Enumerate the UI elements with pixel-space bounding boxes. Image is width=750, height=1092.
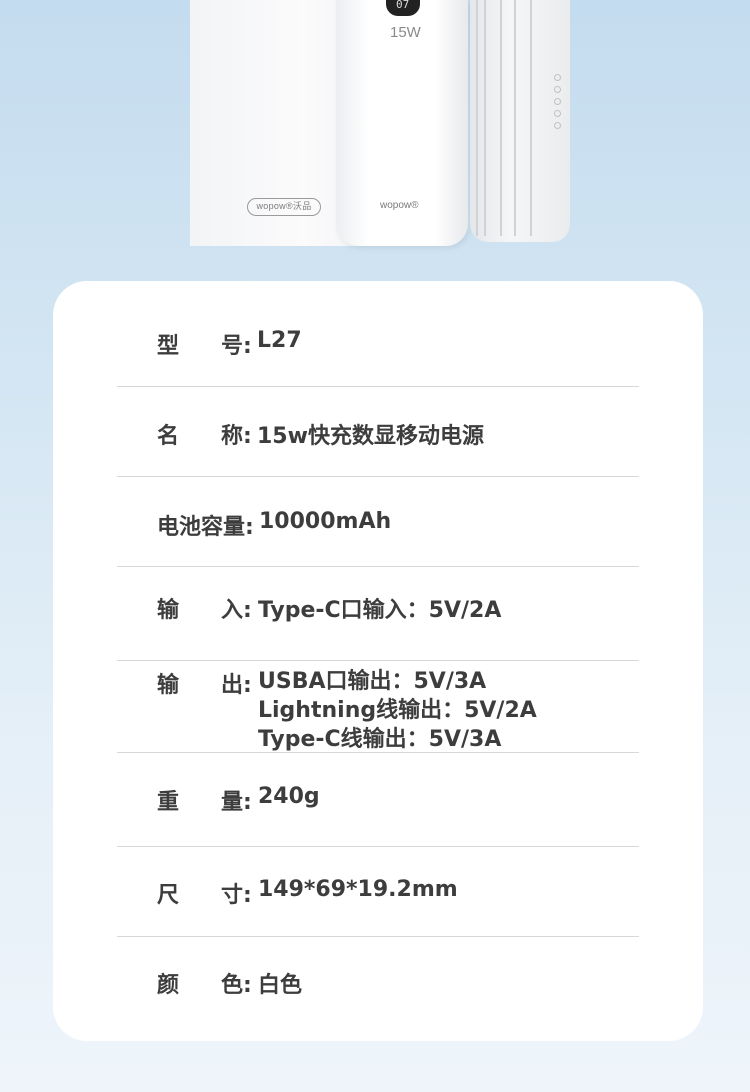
divider — [117, 660, 639, 661]
spec-label-char: 寸: — [221, 883, 252, 908]
spec-label-char: 色: — [221, 973, 252, 998]
spec-label-char: 型 — [157, 334, 180, 359]
spec-label-char: 输 — [157, 598, 180, 623]
indicator-icon — [554, 122, 561, 129]
spec-label-char: 出: — [221, 673, 252, 698]
cable-panel — [470, 0, 570, 242]
box-logo: wopow®沃品 — [247, 198, 321, 216]
spec-value: 15w快充数显移动电源 — [257, 424, 484, 449]
spec-label-char: 颜 — [157, 973, 180, 998]
divider — [117, 936, 639, 937]
spec-card: 型 号: L27 名 称: 15w快充数显移动电源 电池容量: 10000mAh… — [53, 281, 703, 1041]
cable-line — [500, 0, 502, 236]
spec-label: 电池容量: — [157, 515, 254, 540]
spec-value: Type-C口输入：5V/2A — [258, 598, 502, 623]
spec-value: L27 — [257, 328, 302, 353]
spec-value: 149*69*19.2mm — [258, 877, 458, 902]
spec-value: 白色 — [258, 973, 303, 998]
spec-label-char: 量: — [221, 790, 252, 815]
spec-value: Type-C线输出：5V/3A — [258, 727, 502, 752]
product-image: wopow®沃品 07 15W wopow® — [190, 0, 572, 248]
power-bank: 07 15W wopow® — [336, 0, 468, 246]
spec-label-char: 重 — [157, 790, 180, 815]
cable-line — [476, 0, 478, 236]
cable-line — [514, 0, 516, 236]
indicator-icon — [554, 86, 561, 93]
device-logo: wopow® — [380, 200, 419, 211]
indicator-icon — [554, 110, 561, 117]
spec-value: Lightning线输出：5V/2A — [258, 698, 537, 723]
spec-label-char: 称: — [221, 424, 252, 449]
indicator-icon — [554, 98, 561, 105]
spec-label-char: 名 — [157, 424, 180, 449]
wattage-label: 15W — [390, 24, 421, 41]
divider — [117, 386, 639, 387]
indicator-icon — [554, 74, 561, 81]
divider — [117, 752, 639, 753]
divider — [117, 846, 639, 847]
spec-label-char: 号: — [221, 334, 252, 359]
divider — [117, 566, 639, 567]
spec-value-list: USBA口输出：5V/3A Lightning线输出：5V/2A Type-C线… — [258, 667, 537, 754]
display-digits: 07 — [396, 0, 410, 11]
divider — [117, 476, 639, 477]
cable-line — [484, 0, 486, 236]
spec-value: 240g — [258, 784, 320, 809]
spec-label-char: 尺 — [157, 883, 180, 908]
spec-label-char: 输 — [157, 673, 180, 698]
cable-line — [530, 0, 532, 236]
spec-value: USBA口输出：5V/3A — [258, 669, 487, 694]
spec-label-char: 入: — [221, 598, 252, 623]
spec-value: 10000mAh — [259, 509, 392, 534]
digital-display: 07 — [386, 0, 420, 16]
